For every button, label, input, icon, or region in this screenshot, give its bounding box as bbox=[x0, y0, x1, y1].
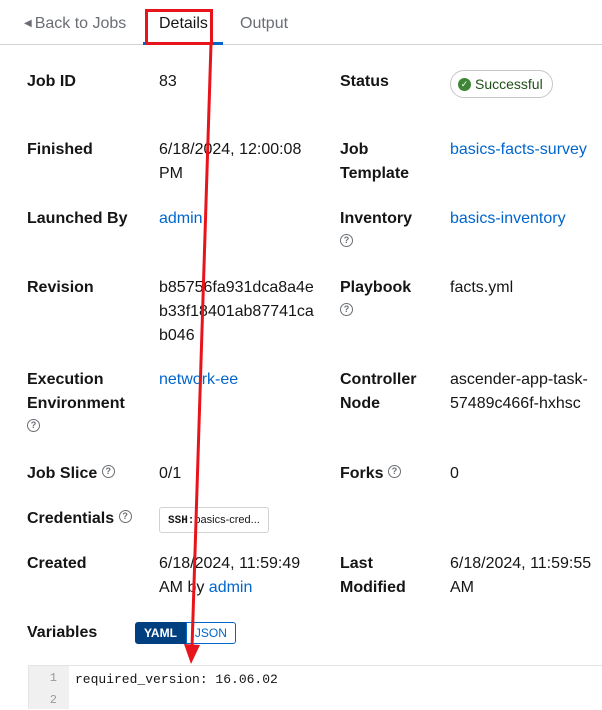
yaml-toggle-button[interactable]: YAML bbox=[135, 622, 186, 644]
help-icon[interactable]: ? bbox=[101, 465, 115, 479]
annotation-arrow-head bbox=[184, 644, 200, 664]
inventory-label: Inventory ? bbox=[340, 207, 412, 255]
last-modified-label: Last Modified bbox=[340, 552, 406, 600]
tab-output[interactable]: Output bbox=[240, 15, 288, 33]
caret-left-icon: ◀ bbox=[24, 18, 32, 29]
finished-value-line1: 6/18/2024, 12:00:08 bbox=[159, 141, 302, 158]
job-template-label-line1: Job bbox=[340, 141, 369, 158]
last-modified-value-line2: AM bbox=[450, 579, 474, 596]
job-template-label-line2: Template bbox=[340, 165, 410, 182]
created-value: 6/18/2024, 11:59:49 AM by admin bbox=[159, 552, 300, 600]
back-to-jobs-label: Back to Jobs bbox=[34, 15, 127, 32]
editor-code-line: required_version: 16.06.02 bbox=[75, 672, 278, 687]
created-value-line1: 6/18/2024, 11:59:49 bbox=[159, 555, 301, 572]
forks-value: 0 bbox=[450, 465, 459, 482]
status-label: Status bbox=[340, 73, 389, 90]
playbook-value: facts.yml bbox=[450, 279, 514, 296]
execution-environment-link[interactable]: network-ee bbox=[159, 368, 238, 392]
help-icon[interactable]: ? bbox=[340, 234, 353, 248]
revision-value: b85756fa931dca8a4e b33f18401ab87741ca b0… bbox=[159, 276, 314, 348]
last-modified-value-line1: 6/18/2024, 11:59:55 bbox=[450, 555, 592, 572]
help-icon[interactable]: ? bbox=[27, 419, 40, 433]
revision-value-line2: b33f18401ab87741ca bbox=[159, 303, 314, 320]
variables-format-toggle: YAML JSON bbox=[135, 622, 236, 644]
line-number: 1 bbox=[49, 671, 57, 685]
job-template-label: Job Template bbox=[340, 138, 409, 186]
credential-chip[interactable]: SSH:basics-cred... bbox=[159, 507, 269, 533]
revision-value-line1: b85756fa931dca8a4e bbox=[159, 279, 314, 296]
last-modified-value: 6/18/2024, 11:59:55 AM bbox=[450, 552, 591, 600]
execution-environment-label: Execution Environment ? bbox=[27, 368, 125, 440]
status-badge: ✓ Successful bbox=[450, 70, 553, 98]
created-by-link[interactable]: admin bbox=[209, 579, 253, 596]
job-slice-label-text: Job Slice bbox=[27, 465, 98, 482]
credentials-label: Credentials ? bbox=[27, 507, 132, 531]
job-slice-label: Job Slice ? bbox=[27, 462, 115, 486]
created-value-prefix: AM by bbox=[159, 579, 205, 596]
line-number-gutter: 1 2 bbox=[29, 666, 69, 709]
credential-type: SSH: bbox=[168, 515, 195, 527]
controller-node-label-line1: Controller bbox=[340, 371, 417, 388]
variables-label: Variables bbox=[27, 624, 98, 641]
controller-node-label: Controller Node bbox=[340, 368, 416, 416]
job-id-value: 83 bbox=[159, 73, 177, 90]
controller-node-value-line2: 57489c466f-hxhsc bbox=[450, 395, 581, 412]
help-icon[interactable]: ? bbox=[340, 303, 353, 317]
job-slice-value: 0/1 bbox=[159, 465, 182, 482]
finished-label: Finished bbox=[27, 141, 93, 158]
tab-details[interactable]: Details bbox=[159, 15, 208, 33]
inventory-label-text: Inventory bbox=[340, 210, 413, 227]
finished-value: 6/18/2024, 12:00:08 PM bbox=[159, 138, 301, 186]
playbook-label: Playbook ? bbox=[340, 276, 411, 324]
status-value: Successful bbox=[475, 76, 543, 92]
playbook-label-text: Playbook bbox=[340, 279, 412, 296]
active-tab-indicator bbox=[143, 42, 223, 45]
credentials-label-text: Credentials bbox=[27, 510, 115, 527]
check-circle-icon: ✓ bbox=[458, 77, 471, 91]
launched-by-link[interactable]: admin bbox=[159, 207, 203, 231]
finished-value-line2: PM bbox=[159, 165, 183, 182]
created-label: Created bbox=[27, 555, 87, 572]
controller-node-value-line1: ascender-app-task- bbox=[450, 371, 588, 388]
back-to-jobs-tab[interactable]: ◀ Back to Jobs bbox=[24, 15, 126, 33]
forks-label-text: Forks bbox=[340, 465, 384, 482]
annotation-arrow bbox=[184, 43, 213, 664]
variables-editor[interactable]: 1 2 required_version: 16.06.02 bbox=[28, 665, 602, 709]
execution-environment-label-line2: Environment bbox=[27, 395, 125, 412]
execution-environment-label-line1: Execution bbox=[27, 371, 104, 388]
revision-value-line3: b046 bbox=[159, 327, 195, 344]
launched-by-label: Launched By bbox=[27, 210, 128, 227]
controller-node-label-line2: Node bbox=[340, 395, 380, 412]
line-number: 2 bbox=[49, 693, 57, 707]
help-icon[interactable]: ? bbox=[388, 465, 402, 479]
forks-label: Forks ? bbox=[340, 462, 402, 486]
credential-name: basics-cred... bbox=[194, 514, 260, 526]
job-id-label: Job ID bbox=[27, 73, 76, 90]
controller-node-value: ascender-app-task- 57489c466f-hxhsc bbox=[450, 368, 588, 416]
json-toggle-button[interactable]: JSON bbox=[185, 622, 236, 644]
last-modified-label-line2: Modified bbox=[340, 579, 406, 596]
tab-bar: ◀ Back to Jobs Details Output bbox=[0, 6, 602, 45]
inventory-link[interactable]: basics-inventory bbox=[450, 207, 566, 231]
revision-label: Revision bbox=[27, 279, 94, 296]
help-icon[interactable]: ? bbox=[118, 510, 132, 524]
job-template-link[interactable]: basics-facts-survey bbox=[450, 138, 587, 162]
last-modified-label-line1: Last bbox=[340, 555, 373, 572]
